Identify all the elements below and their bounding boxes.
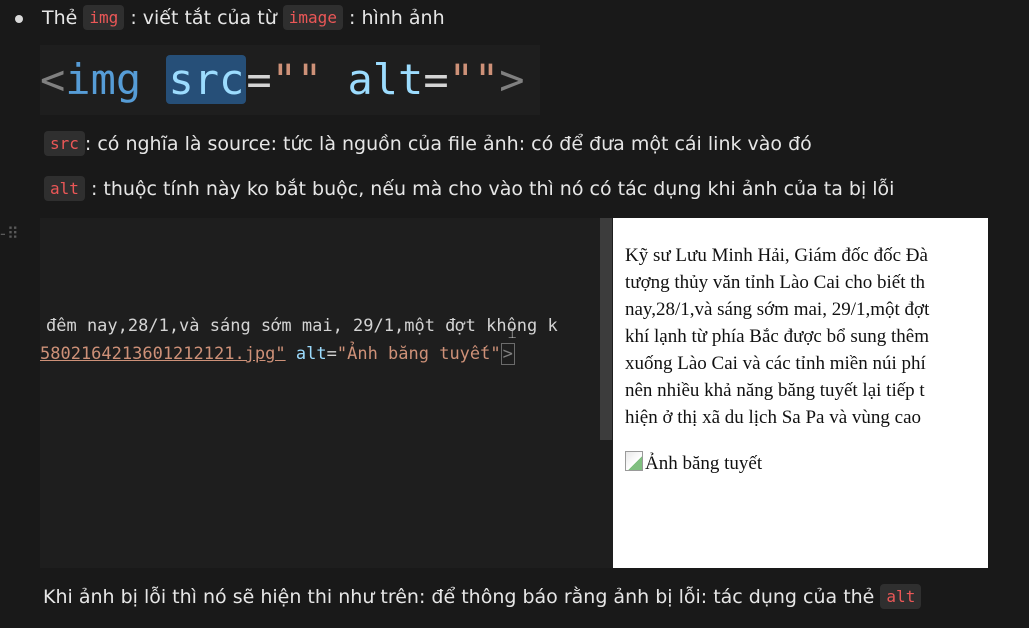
preview-line: tượng thủy văn tỉnh Lào Cai cho biết th — [625, 272, 926, 293]
conclusion-line: Khi ảnh bị lỗi thì nó sẽ hiện thi như tr… — [43, 584, 922, 609]
banner-tag: img — [65, 55, 142, 104]
inline-code-img: img — [83, 5, 125, 30]
broken-image-alt-text: Ảnh băng tuyết — [645, 453, 763, 474]
intro-prefix: Thẻ — [42, 7, 78, 29]
intro-middle: : viết tắt của từ — [130, 7, 277, 29]
inline-code-alt-conclusion: alt — [880, 584, 922, 609]
alt-text: : thuộc tính này ko bắt buộc, nếu mà cho… — [90, 178, 895, 200]
preview-line: hiện ở thị xã du lịch Sa Pa và vùng cao — [625, 407, 922, 428]
preview-paragraph: Kỹ sư Lưu Minh Hải, Giám đốc đốc Đà tượn… — [625, 242, 929, 431]
code-banner-image: <img src="" alt=""> — [40, 45, 540, 115]
broken-image: Ảnh băng tuyết — [625, 450, 762, 477]
banner-eq1: = — [246, 55, 272, 104]
editor-line-1: đêm nay,28/1,và sáng sớm mai, 29/1,một đ… — [46, 316, 558, 336]
intro-suffix: : hình ảnh — [349, 7, 445, 29]
editor-scrollbar[interactable] — [600, 218, 612, 440]
editor-alt-attr: alt — [295, 344, 327, 364]
preview-line: nên nhiều khả năng băng tuyết lại tiếp t — [625, 380, 925, 401]
banner-val2: "" — [448, 55, 500, 104]
mouse-cursor-icon: ⌶ — [508, 326, 517, 342]
alt-description: alt : thuộc tính này ko bắt buộc, nếu mà… — [44, 176, 895, 201]
preview-line: xuống Lào Cai và các tỉnh miền núi phí — [625, 353, 926, 374]
preview-line: Kỹ sư Lưu Minh Hải, Giám đốc đốc Đà — [625, 245, 928, 266]
inline-code-alt: alt — [44, 176, 85, 201]
banner-gt: > — [499, 55, 525, 104]
preview-line: khí lạnh từ phía Bắc được bổ sung thêm — [625, 326, 929, 347]
banner-attr-alt: alt — [347, 55, 424, 104]
bullet-dot — [15, 15, 23, 23]
editor-alt-value: "Ảnh băng tuyết" — [336, 344, 501, 364]
preview-line: nay,28/1,và sáng sớm mai, 29/1,một đợt — [625, 299, 930, 320]
banner-lt: < — [40, 55, 66, 104]
editor-line-2: 5802164213601212121.jpg" alt="Ảnh băng t… — [40, 343, 515, 365]
editor-src-value: 5802164213601212121.jpg" — [40, 344, 286, 364]
conclusion-text: Khi ảnh bị lỗi thì nó sẽ hiện thi như tr… — [43, 586, 875, 608]
banner-val1: "" — [271, 55, 323, 104]
src-description: src: có nghĩa là source: tức là nguồn củ… — [44, 131, 812, 156]
editor-screenshot: đêm nay,28/1,và sáng sớm mai, 29/1,một đ… — [40, 218, 615, 568]
banner-attr-src: src — [166, 55, 247, 104]
inline-code-image: image — [282, 5, 343, 30]
browser-preview: Kỹ sư Lưu Minh Hải, Giám đốc đốc Đà tượn… — [613, 218, 988, 568]
banner-eq2: = — [423, 55, 449, 104]
editor-tag-end: > — [500, 343, 515, 365]
drag-handle-icon[interactable]: - ⠿ — [0, 224, 19, 243]
intro-line: Thẻ img : viết tắt của từ image : hình ả… — [42, 5, 445, 30]
src-text: : có nghĩa là source: tức là nguồn của f… — [84, 133, 812, 155]
inline-code-src: src — [44, 131, 85, 156]
editor-eq: = — [326, 344, 337, 364]
broken-image-icon — [625, 451, 643, 471]
